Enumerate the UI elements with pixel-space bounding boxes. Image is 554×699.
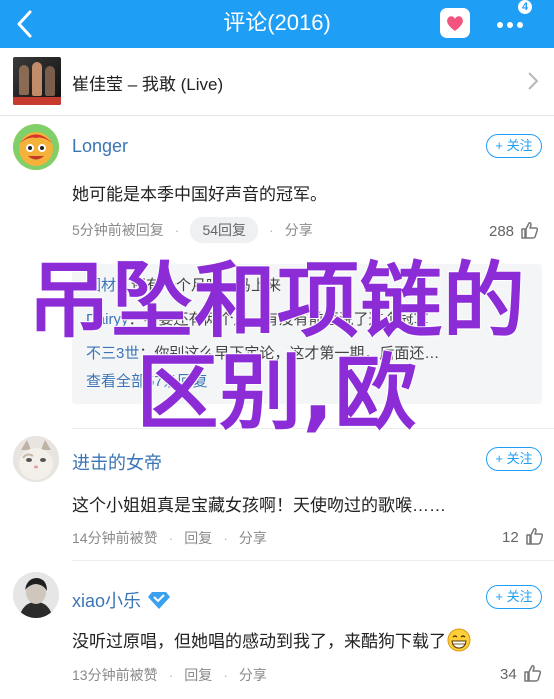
more-icon	[497, 22, 523, 28]
verified-diamond-icon	[148, 592, 171, 609]
reply-count-button[interactable]: 54回复	[190, 217, 259, 243]
song-title: 崔佳莹 – 我敢 (Live)	[72, 75, 224, 94]
comment-username-text: xiao小乐	[72, 591, 142, 611]
comment-username[interactable]: 进击的女帝	[72, 449, 162, 475]
share-button[interactable]: 分享	[285, 222, 313, 238]
reply-button[interactable]: 回复	[184, 667, 212, 683]
divider	[72, 560, 554, 561]
avatar[interactable]	[13, 572, 59, 618]
overlay-caption: 吊坠和项链的 区别,欧	[0, 254, 554, 441]
grin-emoji-icon	[447, 628, 471, 651]
notification-badge: 4	[518, 0, 532, 14]
thumb-up-icon	[524, 665, 541, 682]
like-button[interactable]: 288	[489, 221, 540, 240]
top-nav-bar: 评论(2016) 4	[0, 0, 554, 48]
like-button[interactable]: 12	[502, 527, 545, 546]
comment-meta: 5分钟前被回复 · 54回复 · 分享	[72, 217, 313, 243]
like-button[interactable]: 34	[500, 664, 543, 683]
album-cover	[13, 57, 61, 105]
comment-time: 14分钟前被赞	[72, 530, 158, 546]
share-button[interactable]: 分享	[239, 667, 267, 683]
comment-text: 这个小姐姐真是宝藏女孩啊！天使吻过的歌喉……	[72, 496, 446, 515]
avatar[interactable]	[13, 124, 59, 170]
like-count: 288	[489, 223, 515, 240]
follow-button[interactable]: + 关注	[486, 447, 542, 471]
comment-meta: 13分钟前被赞 · 回复 · 分享	[72, 667, 267, 683]
comment-item: 进击的女帝 + 关注 这个小姐姐真是宝藏女孩啊！天使吻过的歌喉…… 14分钟前被…	[0, 428, 554, 561]
comment-item: xiao小乐 + 关注 没听过原唱，但她唱的感动到我了，来酷狗下载了 13分钟前…	[0, 568, 554, 699]
comment-meta: 14分钟前被赞 · 回复 · 分享	[72, 530, 267, 546]
thumb-up-icon	[526, 528, 543, 545]
comment-username[interactable]: xiao小乐	[72, 587, 171, 613]
chevron-right-icon	[526, 70, 540, 92]
page-title: 评论(2016)	[223, 10, 331, 35]
comment-time: 13分钟前被赞	[72, 667, 158, 683]
thumb-up-icon	[521, 222, 539, 239]
more-menu-button[interactable]	[490, 8, 536, 42]
heart-icon	[447, 16, 463, 31]
reply-button[interactable]: 回复	[184, 530, 212, 546]
song-info-row[interactable]: 崔佳莹 – 我敢 (Live)	[0, 48, 554, 116]
overlay-line-1: 吊坠和项链的	[27, 254, 526, 349]
comment-time: 5分钟前被回复	[72, 222, 164, 238]
comment-text: 她可能是本季中国好声音的冠军。	[72, 185, 327, 204]
follow-button[interactable]: + 关注	[486, 585, 542, 609]
follow-button[interactable]: + 关注	[486, 134, 542, 158]
like-count: 34	[500, 666, 517, 683]
overlay-line-2: 区别,欧	[135, 346, 418, 441]
comment-username[interactable]: Longer	[72, 136, 128, 157]
like-count: 12	[502, 529, 519, 546]
avatar[interactable]	[13, 436, 59, 482]
share-button[interactable]: 分享	[239, 530, 267, 546]
favorite-button[interactable]	[440, 8, 470, 38]
comment-text: 没听过原唱，但她唱的感动到我了，来酷狗下载了	[72, 627, 471, 652]
